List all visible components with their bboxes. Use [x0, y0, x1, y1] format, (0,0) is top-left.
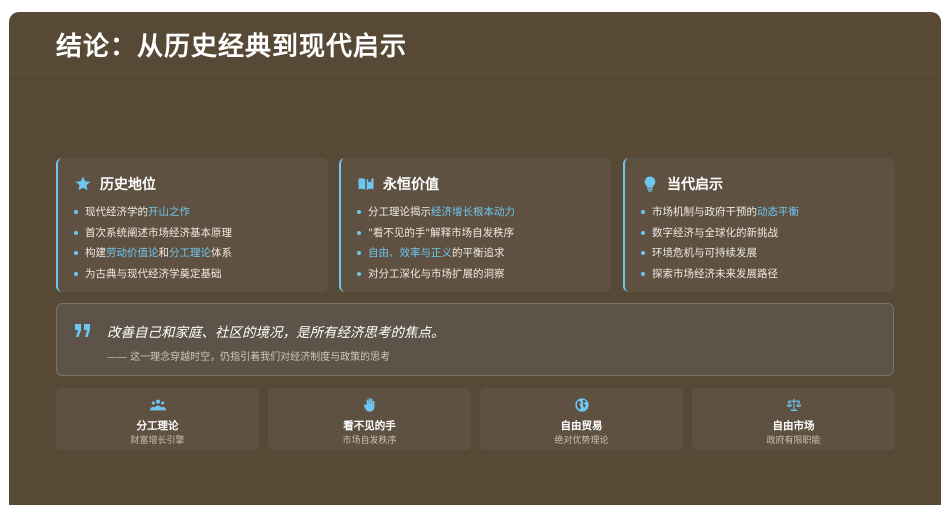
highlight-text: 分工理论 — [169, 247, 211, 259]
bullet-text: 首次系统阐述市场经济基本原理 — [85, 226, 232, 239]
card-modern-insight: 当代启示 市场机制与政府干预的动态平衡数字经济与全球化的新挑战 环境危机与可持续发… — [623, 158, 895, 292]
slide: 结论：从历史经典到现代启示 历史地位 现代经济学的开山之作首次系统阐述市场经济基… — [9, 12, 941, 505]
card-list: 市场机制与政府干预的动态平衡数字经济与全球化的新挑战 环境危机与可持续发展探索市场… — [641, 202, 799, 284]
title-bar: 结论：从历史经典到现代启示 — [9, 12, 941, 74]
card-historical-status: 历史地位 现代经济学的开山之作 首次系统阐述市场经济基本原理 构建劳动价值论和分工理… — [56, 158, 328, 292]
bullet-text: 数字经济与全球化的新挑战 — [652, 226, 778, 239]
card-title: 当代启示 — [667, 177, 723, 193]
balance-scale-icon — [786, 399, 801, 411]
bullet-text: 分工理论揭示 — [368, 206, 431, 218]
hand-icon — [363, 398, 374, 412]
card-list: 现代经济学的开山之作 首次系统阐述市场经济基本原理 构建劳动价值论和分工理论体系 为古… — [74, 202, 232, 284]
page-title: 结论：从历史经典到现代启示 — [56, 32, 408, 62]
quote-text: 改善自己和家庭、社区的境况，是所有经济思考的焦点。 — [107, 325, 445, 341]
quote-box: 改善自己和家庭、社区的境况，是所有经济思考的焦点。 —— 这一理念穿越时空，仍指… — [56, 303, 894, 376]
tile-subtitle: 财富增长引擎 — [130, 436, 185, 446]
bullet-text: "看不见的手"解释市场自发秩序 — [368, 226, 515, 239]
bullet-text: 市场机制与政府干预的 — [652, 206, 757, 218]
tiles-row: 分工理论 财富增长引擎 看不见的手 市场自发秩序 自由贸易 绝对优势理论 自由市… — [56, 388, 895, 450]
bullet-item: 对分工深化与市场扩展的洞察 — [357, 264, 515, 285]
bullet-text: 为古典与现代经济学奠定基础 — [85, 267, 222, 280]
tile-title: 自由市场 — [772, 420, 815, 432]
tile-subtitle: 市场自发秩序 — [342, 436, 397, 446]
highlight-text: 劳动价值论 — [106, 247, 159, 259]
bullet-item: 环境危机与可持续发展 — [641, 243, 799, 264]
card-title: 永恒价值 — [383, 177, 439, 193]
bullet-item: "看不见的手"解释市场自发秩序 — [357, 223, 515, 244]
bullet-text: 探索市场经济未来发展路径 — [652, 267, 778, 280]
tile-division-of-labor: 分工理论 财富增长引擎 — [56, 388, 259, 450]
star-icon — [75, 176, 91, 191]
bullet-item: 现代经济学的开山之作 — [74, 202, 232, 223]
bullet-text: 体系 — [211, 247, 232, 259]
card-list: 分工理论揭示经济增长根本动力 "看不见的手"解释市场自发秩序 自由、效率与正义的平衡… — [357, 202, 515, 284]
card-eternal-value: 永恒价值 分工理论揭示经济增长根本动力 "看不见的手"解释市场自发秩序 自由、效率与… — [339, 158, 611, 292]
card-header: 永恒价值 — [357, 174, 439, 194]
bullet-item: 分工理论揭示经济增长根本动力 — [357, 202, 515, 223]
card-title: 历史地位 — [100, 177, 156, 193]
bullet-item: 数字经济与全球化的新挑战 — [641, 223, 799, 244]
tile-title: 自由贸易 — [560, 420, 603, 432]
highlight-text: 动态平衡 — [757, 206, 799, 218]
bullet-text: 对分工深化与市场扩展的洞察 — [368, 267, 505, 280]
globe-icon — [574, 398, 589, 412]
bullet-text: 和 — [158, 247, 170, 259]
quote-icon — [75, 324, 90, 337]
bullet-item: 探索市场经济未来发展路径 — [641, 264, 799, 285]
lightbulb-icon — [644, 176, 656, 192]
tile-invisible-hand: 看不见的手 市场自发秩序 — [268, 388, 471, 450]
highlight-text: 经济增长根本动力 — [431, 206, 515, 218]
highlight-text: 开山之作 — [148, 206, 190, 218]
bullet-item: 市场机制与政府干预的动态平衡 — [641, 202, 799, 223]
bullet-text: 构建 — [85, 247, 106, 259]
tile-free-trade: 自由贸易 绝对优势理论 — [480, 388, 683, 450]
tile-title: 看不见的手 — [343, 420, 396, 432]
tile-title: 分工理论 — [136, 420, 179, 432]
people-group-icon — [149, 399, 166, 411]
bullet-text: 环境危机与可持续发展 — [652, 247, 757, 259]
tile-subtitle: 绝对优势理论 — [554, 436, 609, 446]
highlight-text: 自由、效率与正义 — [368, 247, 452, 259]
cards-row: 历史地位 现代经济学的开山之作 首次系统阐述市场经济基本原理 构建劳动价值论和分工理… — [56, 158, 895, 292]
card-header: 当代启示 — [641, 174, 723, 194]
quote-subtext: —— 这一理念穿越时空，仍指引着我们对经济制度与政策的思考 — [107, 352, 391, 363]
bullet-text: 的平衡追求 — [452, 247, 505, 259]
bullet-item: 自由、效率与正义的平衡追求 — [357, 243, 515, 264]
bullet-item: 为古典与现代经济学奠定基础 — [74, 264, 232, 285]
bullet-text: 现代经济学的 — [85, 206, 148, 218]
tile-subtitle: 政府有限职能 — [766, 436, 821, 446]
card-header: 历史地位 — [74, 174, 156, 194]
tile-free-market: 自由市场 政府有限职能 — [692, 388, 895, 450]
bullet-item: 首次系统阐述市场经济基本原理 — [74, 223, 232, 244]
open-book-icon — [358, 177, 374, 190]
bullet-item: 构建劳动价值论和分工理论体系 — [74, 243, 232, 264]
